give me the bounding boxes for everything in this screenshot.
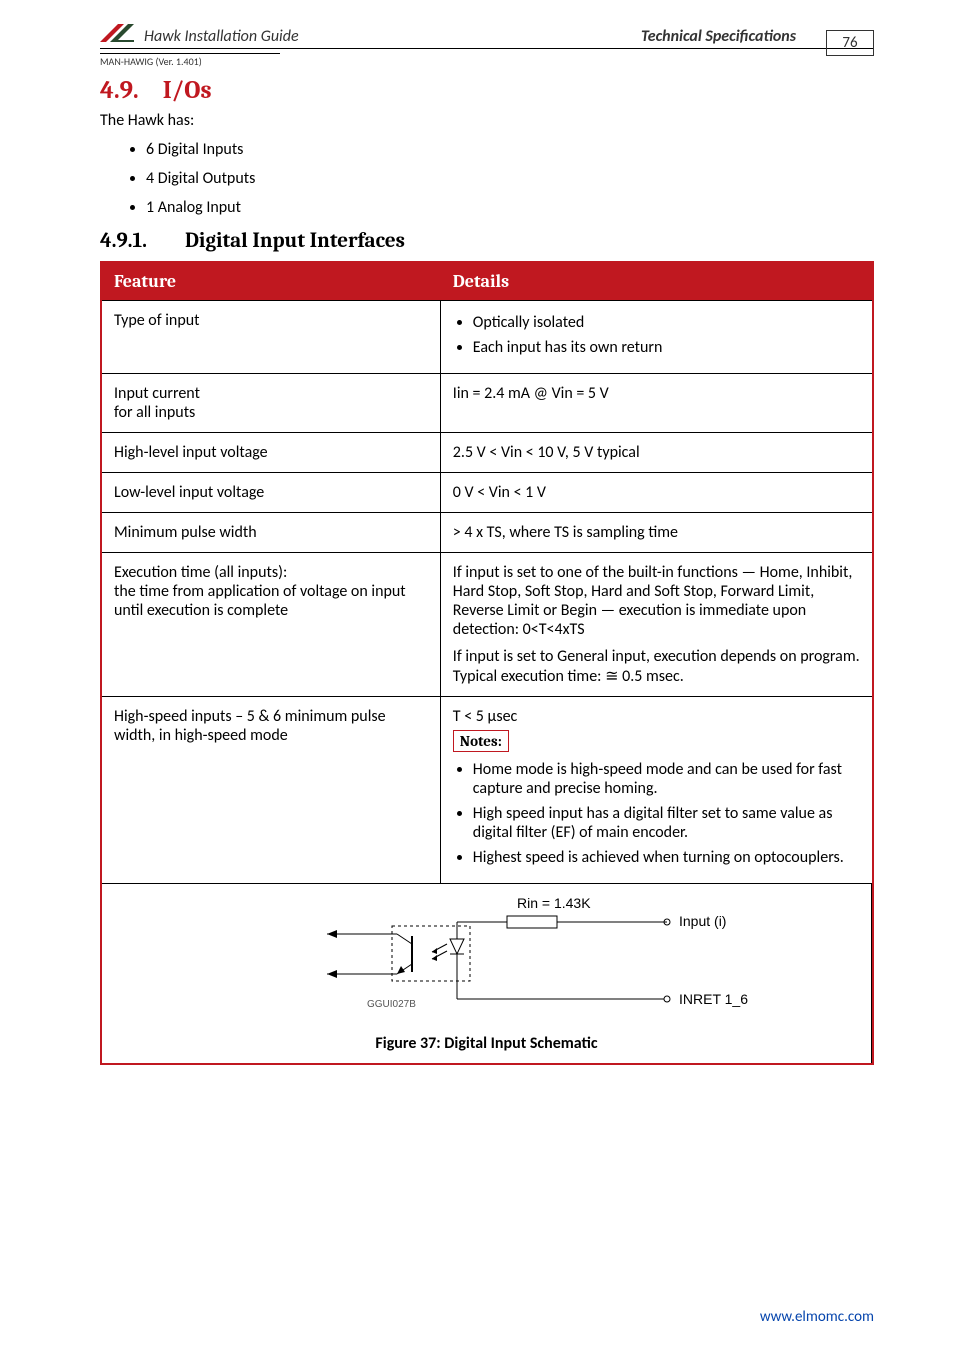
page-number: 76 bbox=[826, 30, 874, 56]
logo bbox=[100, 20, 134, 46]
cell-bullet: Optically isolated bbox=[473, 313, 860, 332]
cell-para: If input is set to one of the built-in f… bbox=[453, 563, 860, 639]
figure-caption: Figure 37: Digital Input Schematic bbox=[114, 1034, 859, 1053]
inret-label: INRET 1_6 bbox=[679, 991, 748, 1007]
table-row: Minimum pulse width > 4 x TS, where TS i… bbox=[102, 512, 872, 552]
section-heading: 4.9. I/Os bbox=[100, 76, 874, 105]
section-intro: The Hawk has: bbox=[100, 111, 874, 130]
cell-text: the time from application of voltage on … bbox=[114, 582, 428, 620]
bullet-item: 4 Digital Outputs bbox=[146, 169, 874, 188]
cell-lead: T < 5 µsec bbox=[453, 707, 860, 726]
feature-cell: Execution time (all inputs): the time fr… bbox=[102, 552, 441, 696]
cell-bullet: Highest speed is achieved when turning o… bbox=[473, 848, 860, 867]
details-cell: T < 5 µsec Notes: Home mode is high-spee… bbox=[441, 696, 872, 883]
feature-cell: Low-level input voltage bbox=[102, 472, 441, 512]
schematic-row: Rin = 1.43K Input (i) bbox=[102, 883, 872, 1063]
table-header-feature: Feature bbox=[102, 263, 441, 300]
subsection-heading: 4.9.1. Digital Input Interfaces bbox=[100, 229, 874, 253]
cell-bullet: High speed input has a digital filter se… bbox=[473, 804, 860, 842]
feature-cell: Input current for all inputs bbox=[102, 373, 441, 432]
cell-para: If input is set to General input, execut… bbox=[453, 647, 860, 686]
feature-cell: Minimum pulse width bbox=[102, 512, 441, 552]
feature-cell: High-speed inputs – 5 & 6 minimum pulse … bbox=[102, 696, 441, 883]
gg-label: GGUI027B bbox=[367, 999, 416, 1010]
feature-cell: Type of input bbox=[102, 300, 441, 373]
bullet-item: 6 Digital Inputs bbox=[146, 140, 874, 159]
schematic-cell: Rin = 1.43K Input (i) bbox=[102, 883, 872, 1063]
details-cell: 2.5 V < Vin < 10 V, 5 V typical bbox=[441, 432, 872, 472]
table-row: High-level input voltage 2.5 V < Vin < 1… bbox=[102, 432, 872, 472]
table-row: High-speed inputs – 5 & 6 minimum pulse … bbox=[102, 696, 872, 883]
bullet-item: 1 Analog Input bbox=[146, 198, 874, 217]
table-row: Execution time (all inputs): the time fr… bbox=[102, 552, 872, 696]
header-title: Hawk Installation Guide bbox=[144, 27, 299, 46]
digital-input-schematic: Rin = 1.43K Input (i) bbox=[207, 894, 767, 1024]
input-label: Input (i) bbox=[679, 913, 726, 929]
cell-text: Input current bbox=[114, 384, 428, 403]
cell-bullet: Each input has its own return bbox=[473, 338, 860, 357]
feature-bullets: 6 Digital Inputs 4 Digital Outputs 1 Ana… bbox=[146, 140, 874, 217]
cell-bullet: Home mode is high-speed mode and can be … bbox=[473, 760, 860, 798]
subsection-number: 4.9.1. bbox=[100, 229, 147, 253]
notes-label: Notes: bbox=[453, 730, 509, 752]
details-cell: Optically isolated Each input has its ow… bbox=[441, 300, 872, 373]
header-spec: Technical Specifications bbox=[641, 27, 796, 46]
details-cell: If input is set to one of the built-in f… bbox=[441, 552, 872, 696]
details-cell: > 4 x TS, where TS is sampling time bbox=[441, 512, 872, 552]
feature-cell: High-level input voltage bbox=[102, 432, 441, 472]
section-title: I/Os bbox=[163, 76, 212, 105]
cell-text: for all inputs bbox=[114, 403, 428, 422]
details-cell: Iin = 2.4 mA @ Vin = 5 V bbox=[441, 373, 872, 432]
spec-table: Feature Details Type of input Optically … bbox=[100, 261, 874, 1065]
subsection-title: Digital Input Interfaces bbox=[185, 229, 405, 253]
table-row: Low-level input voltage 0 V < Vin < 1 V bbox=[102, 472, 872, 512]
table-row: Input current for all inputs Iin = 2.4 m… bbox=[102, 373, 872, 432]
table-row: Type of input Optically isolated Each in… bbox=[102, 300, 872, 373]
cell-text: Execution time (all inputs): bbox=[114, 563, 428, 582]
man-version-line: MAN-HAWIG (Ver. 1.401) bbox=[100, 53, 280, 68]
section-number: 4.9. bbox=[100, 76, 139, 105]
page-header: Hawk Installation Guide Technical Specif… bbox=[100, 20, 874, 49]
details-cell: 0 V < Vin < 1 V bbox=[441, 472, 872, 512]
cell-text: Type of input bbox=[114, 311, 199, 330]
footer-url[interactable]: www.elmomc.com bbox=[760, 1308, 874, 1326]
rin-label: Rin = 1.43K bbox=[517, 895, 591, 911]
table-header-details: Details bbox=[441, 263, 872, 300]
